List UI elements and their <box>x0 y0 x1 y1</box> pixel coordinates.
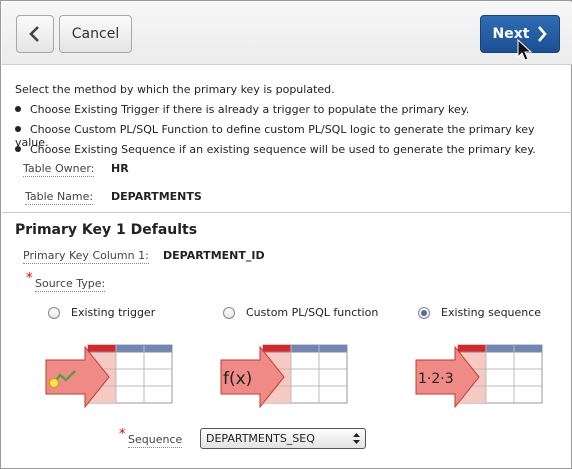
radio-custom-function[interactable]: Custom PL/SQL function <box>223 306 378 319</box>
radio-existing-trigger[interactable]: Existing trigger <box>48 306 155 319</box>
trigger-table-icon <box>45 344 173 409</box>
radio-button[interactable] <box>223 306 235 319</box>
table-owner-value: HR <box>111 162 129 175</box>
wizard-dialog: Cancel Next Select the method by which t… <box>0 0 572 469</box>
help-bullet-sequence: Choose Existing Sequence if an existing … <box>15 143 536 156</box>
pk-column-row: Primary Key Column 1: DEPARTMENT_ID <box>23 249 265 264</box>
source-type-row: Source Type: <box>35 277 106 292</box>
radio-label: Existing sequence <box>441 306 542 319</box>
bullet-dot <box>15 126 21 132</box>
radio-button-selected[interactable] <box>418 306 430 319</box>
radio-existing-sequence[interactable]: Existing sequence <box>418 306 541 319</box>
pk-column-label: Primary Key Column 1: <box>23 249 149 264</box>
chevron-right-icon <box>538 26 548 42</box>
toolbar: Cancel Next <box>2 2 572 65</box>
help-intro: Select the method by which the primary k… <box>15 83 335 96</box>
function-glyph: f(x) <box>223 369 252 389</box>
table-name-value: DEPARTMENTS <box>111 190 202 203</box>
radio-label: Existing trigger <box>71 306 156 319</box>
radio-button[interactable] <box>48 306 60 319</box>
sequence-select-value: DEPARTMENTS_SEQ <box>206 432 315 445</box>
function-table-icon: f(x) <box>220 344 348 409</box>
bullet-dot <box>15 106 21 112</box>
bullet-dot <box>15 146 21 152</box>
pk-column-value: DEPARTMENT_ID <box>163 249 265 262</box>
back-button[interactable] <box>16 15 54 53</box>
select-arrows-icon <box>353 433 360 444</box>
required-marker: * <box>119 427 126 442</box>
sequence-label: Sequence <box>128 433 183 448</box>
section-divider <box>2 212 572 213</box>
source-type-label: Source Type: <box>35 277 106 292</box>
help-bullet-trigger: Choose Existing Trigger if there is alre… <box>15 103 469 116</box>
table-name-label: Table Name: <box>25 190 94 205</box>
section-title: Primary Key 1 Defaults <box>15 222 198 238</box>
sequence-row: Sequence <box>128 433 183 448</box>
cancel-button[interactable]: Cancel <box>59 15 132 53</box>
chevron-left-icon <box>29 26 39 42</box>
sequence-glyph: 1·2·3 <box>418 371 454 387</box>
sequence-select[interactable]: DEPARTMENTS_SEQ <box>200 428 366 449</box>
table-owner-row: Table Owner: HR <box>23 162 129 177</box>
mouse-cursor-icon <box>517 39 533 61</box>
table-name-row: Table Name: DEPARTMENTS <box>25 190 202 205</box>
table-owner-label: Table Owner: <box>23 162 95 177</box>
cancel-button-label: Cancel <box>71 26 120 42</box>
sequence-table-icon: 1·2·3 <box>415 344 543 409</box>
radio-label: Custom PL/SQL function <box>246 306 379 319</box>
required-marker: * <box>26 271 33 286</box>
